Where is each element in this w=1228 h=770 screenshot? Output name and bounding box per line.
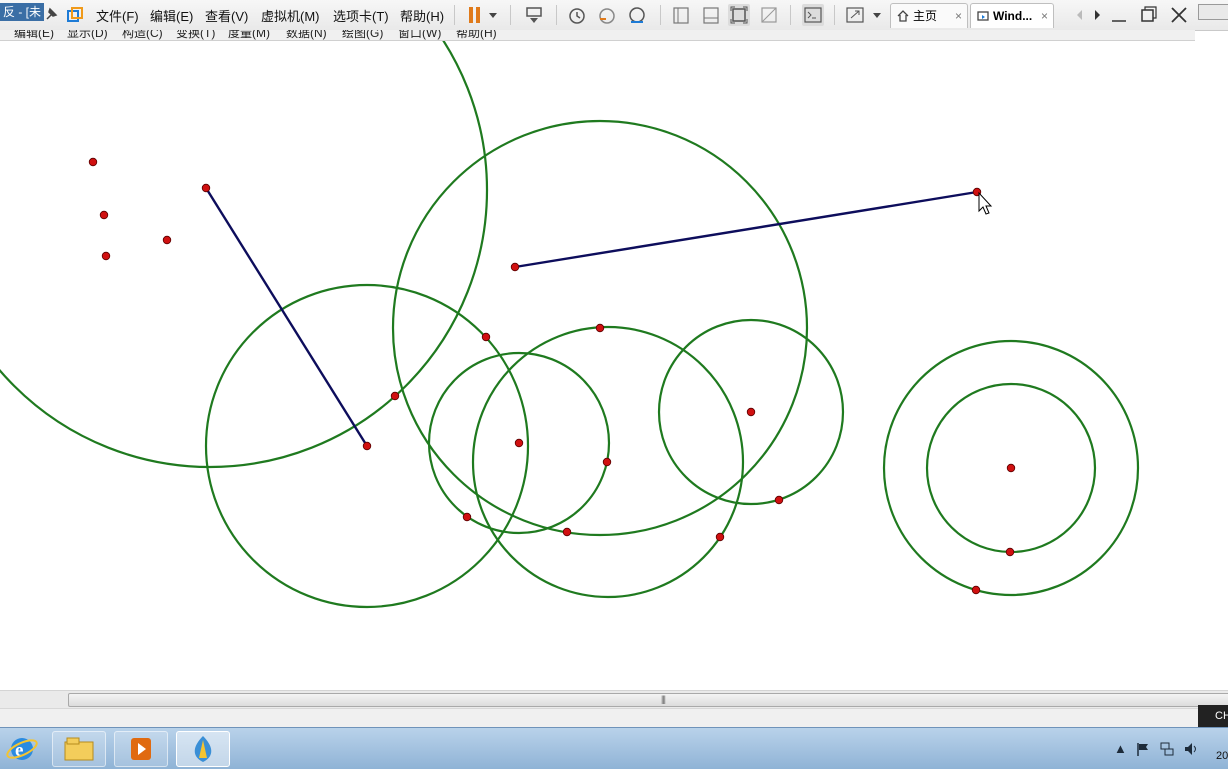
- app-menu-data[interactable]: 数据(N): [286, 30, 327, 40]
- point[interactable]: [715, 532, 725, 542]
- unity-icon[interactable]: [758, 4, 780, 26]
- point[interactable]: [201, 183, 211, 193]
- dropdown-icon[interactable]: [870, 4, 884, 26]
- network-icon[interactable]: [1160, 742, 1174, 756]
- prev-tab-icon[interactable]: [1072, 4, 1086, 26]
- close-icon[interactable]: [1168, 4, 1190, 26]
- menu-view[interactable]: 查看(V): [205, 6, 248, 25]
- point[interactable]: [595, 323, 605, 333]
- point[interactable]: [162, 235, 172, 245]
- snapshot-icon[interactable]: [566, 4, 588, 26]
- app-menu-transform[interactable]: 变换(T): [176, 30, 215, 40]
- separator: [556, 5, 557, 25]
- menu-help[interactable]: 帮助(H): [400, 6, 444, 25]
- circle[interactable]: [0, 41, 489, 469]
- app-menu-graph[interactable]: 绘图(G): [342, 30, 383, 40]
- pin-icon[interactable]: [40, 4, 62, 26]
- status-strip: [0, 708, 1228, 728]
- grip-icon: |||: [661, 694, 666, 704]
- app-menu-construct[interactable]: 构造(C): [122, 30, 163, 40]
- minimize-icon[interactable]: [1108, 4, 1130, 26]
- pause-icon[interactable]: [464, 4, 486, 26]
- library-icon[interactable]: [670, 4, 692, 26]
- segment[interactable]: [204, 187, 369, 447]
- point[interactable]: [971, 585, 981, 595]
- point[interactable]: [462, 512, 472, 522]
- separator: [510, 5, 511, 25]
- thumbnail-icon[interactable]: [700, 4, 722, 26]
- point[interactable]: [514, 438, 524, 448]
- media-player-icon[interactable]: [114, 731, 168, 767]
- restore-icon[interactable]: [1138, 4, 1160, 26]
- point[interactable]: [510, 262, 520, 272]
- app-menu-window[interactable]: 窗口(W): [398, 30, 441, 40]
- volume-icon[interactable]: [1184, 742, 1198, 756]
- vmware-logo-icon[interactable]: [64, 4, 86, 26]
- point[interactable]: [362, 441, 372, 451]
- separator: [790, 5, 791, 25]
- point[interactable]: [602, 457, 612, 467]
- app-menu-bar: 编辑(E) 显示(D) 构造(C) 变换(T) 度量(M) 数据(N) 绘图(G…: [0, 30, 1195, 41]
- point[interactable]: [99, 210, 109, 220]
- horizontal-scrollbar[interactable]: |||: [0, 690, 1228, 708]
- sketch-canvas[interactable]: [0, 41, 1228, 690]
- menu-file[interactable]: 文件(F): [96, 6, 139, 25]
- ie-icon[interactable]: e: [4, 731, 40, 767]
- point[interactable]: [101, 251, 111, 261]
- segment[interactable]: [514, 190, 978, 269]
- separator: [660, 5, 661, 25]
- next-tab-icon[interactable]: [1090, 4, 1104, 26]
- app-menu-edit[interactable]: 编辑(E): [14, 30, 54, 40]
- app-menu-measure[interactable]: 度量(M): [228, 30, 270, 40]
- window-title-fragment: 反 - [未: [0, 3, 44, 21]
- point[interactable]: [1006, 463, 1016, 473]
- point[interactable]: [1005, 547, 1015, 557]
- separator: [454, 5, 455, 25]
- menu-tabs[interactable]: 选项卡(T): [333, 6, 389, 25]
- snapshot-manager-icon[interactable]: [626, 4, 648, 26]
- point[interactable]: [774, 495, 784, 505]
- tab-home[interactable]: 主页 ×: [890, 3, 968, 28]
- fullscreen-icon[interactable]: [728, 4, 750, 26]
- tab-windows-close[interactable]: ×: [1041, 4, 1048, 28]
- app-menu-display[interactable]: 显示(D): [67, 30, 108, 40]
- scrollbar-thumb[interactable]: |||: [68, 693, 1228, 707]
- side-panel-edge: [1198, 4, 1228, 20]
- console-icon[interactable]: [802, 4, 824, 26]
- point[interactable]: [481, 332, 491, 342]
- stretch-icon[interactable]: [844, 4, 866, 26]
- tab-windows-vm[interactable]: Wind... ×: [970, 3, 1054, 28]
- show-hidden-icon[interactable]: ▲: [1114, 742, 1128, 756]
- language-badge[interactable]: CH: [1198, 705, 1228, 727]
- mouse-cursor-icon: [978, 191, 993, 215]
- send-keys-icon[interactable]: [523, 4, 545, 26]
- explorer-icon[interactable]: [52, 731, 106, 767]
- flag-icon[interactable]: [1136, 742, 1150, 756]
- revert-snapshot-icon[interactable]: [596, 4, 618, 26]
- point[interactable]: [390, 391, 400, 401]
- sketchpad-icon[interactable]: [176, 731, 230, 767]
- vmware-toolbar: 反 - [未 文件(F) 编辑(E) 查看(V) 虚拟机(M) 选项卡(T) 帮…: [0, 0, 1228, 31]
- taskbar: e ▲ 20: [0, 727, 1228, 769]
- point[interactable]: [746, 407, 756, 417]
- tab-home-close[interactable]: ×: [955, 4, 962, 28]
- tab-home-label: 主页: [913, 9, 938, 23]
- point[interactable]: [88, 157, 98, 167]
- point[interactable]: [562, 527, 572, 537]
- dropdown-icon[interactable]: [486, 4, 500, 26]
- clock[interactable]: 20: [1216, 750, 1228, 762]
- app-menu-help[interactable]: 帮助(H): [456, 30, 497, 40]
- menu-vm[interactable]: 虚拟机(M): [261, 6, 320, 25]
- separator: [834, 5, 835, 25]
- tab-windows-label: Wind...: [993, 9, 1033, 23]
- menu-edit[interactable]: 编辑(E): [150, 6, 193, 25]
